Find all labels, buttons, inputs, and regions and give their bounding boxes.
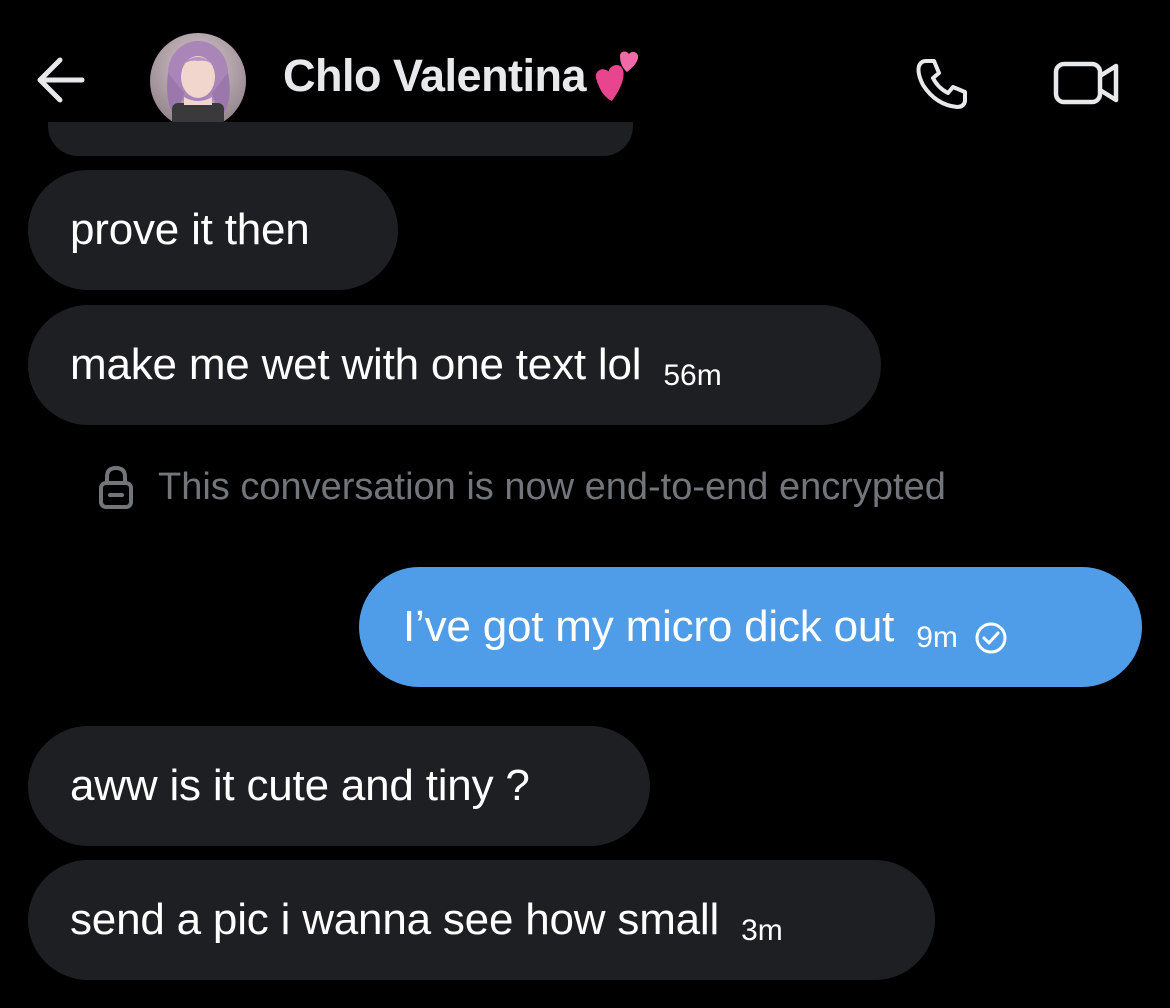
message-text: prove it then [70,205,310,254]
message-timestamp: 3m [741,914,783,947]
previous-message-bubble [48,122,633,156]
message-text: aww is it cute and tiny ? [70,761,530,810]
encryption-notice: This conversation is now end-to-end encr… [96,463,946,511]
message-timestamp: 56m [663,359,722,392]
check-circle-icon [975,622,1007,654]
message-text: make me wet with one text lol [70,340,642,389]
contact-name[interactable]: Chlo Valentina [283,50,646,102]
message-bubble-received[interactable]: aww is it cute and tiny ? [28,726,650,846]
message-bubble-sent[interactable]: I’ve got my micro dick out 9m [359,567,1142,687]
avatar-image [150,33,246,129]
message-bubble-received[interactable]: make me wet with one text lol 56m [28,305,881,425]
message-bubble-received[interactable]: prove it then [28,170,398,290]
avatar[interactable] [150,33,246,129]
phone-icon [916,59,967,109]
video-call-button[interactable] [1052,58,1122,108]
call-button[interactable] [912,55,972,111]
lock-icon [99,465,133,509]
contact-name-text: Chlo Valentina [283,50,587,101]
message-bubble-received[interactable]: send a pic i wanna see how small 3m [28,860,935,980]
encryption-notice-text: This conversation is now end-to-end encr… [158,465,946,508]
message-text: send a pic i wanna see how small [70,895,720,944]
message-timestamp: 9m [916,621,958,654]
message-text: I’ve got my micro dick out [403,602,895,651]
back-button[interactable] [30,52,90,108]
two-hearts-emoji [595,51,639,101]
arrow-left-icon [37,57,85,103]
video-camera-icon [1053,61,1119,105]
